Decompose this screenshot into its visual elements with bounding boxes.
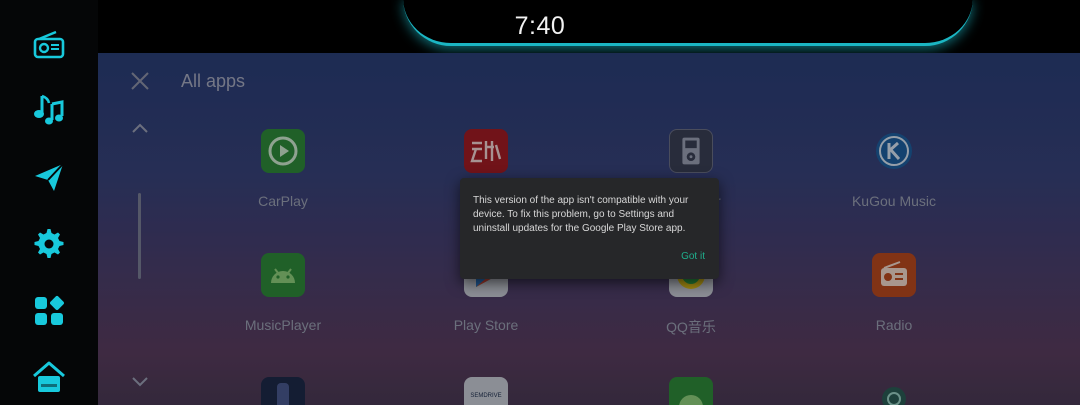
got-it-button[interactable]: Got it bbox=[681, 251, 705, 262]
settings-gear-icon bbox=[34, 229, 64, 258]
dock-home-button[interactable] bbox=[30, 358, 68, 396]
dialog-message: This version of the app isn't compatible… bbox=[473, 195, 689, 234]
music-icon bbox=[34, 94, 64, 125]
navigation-icon bbox=[35, 163, 64, 191]
home-icon bbox=[33, 361, 65, 392]
incompatible-app-dialog: This version of the app isn't compatible… bbox=[460, 178, 719, 279]
dock-apps-button[interactable] bbox=[30, 292, 68, 330]
left-dock bbox=[0, 0, 98, 405]
dock-music-button[interactable] bbox=[30, 90, 68, 128]
dock-navigation-button[interactable] bbox=[30, 158, 68, 196]
apps-grid-icon bbox=[35, 296, 64, 325]
dock-settings-button[interactable] bbox=[30, 225, 68, 263]
clock-time: 7:40 bbox=[514, 12, 566, 40]
